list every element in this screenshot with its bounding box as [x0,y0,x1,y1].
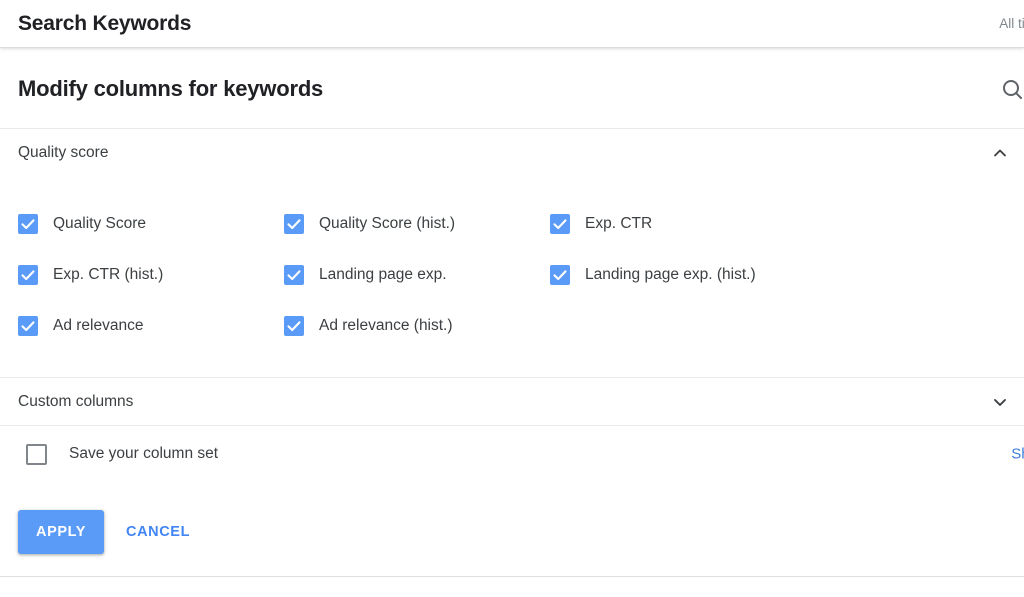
modify-columns-screen: Search Keywords All tim Modify columns f… [0,0,1024,597]
dialog-title: Modify columns for keywords [18,75,324,101]
checkbox-label: Exp. CTR [585,214,653,232]
checkbox-checked-icon[interactable] [18,315,38,336]
chevron-up-icon[interactable] [988,141,1012,165]
checkbox-item-ad-relevance-hist[interactable]: Ad relevance (hist.) [284,315,550,336]
checkbox-item-exp-ctr[interactable]: Exp. CTR [550,213,1006,234]
cancel-button[interactable]: CANCEL [112,510,204,554]
page-header: Search Keywords All tim [0,0,1024,48]
section-header-quality-score[interactable]: Quality score [0,129,1024,176]
footer-bottom-divider [0,576,1024,577]
checkbox-label: Save your column set [69,445,219,463]
quality-score-checkbox-grid: Quality Score Quality Score (hist.) Exp.… [0,176,1024,377]
date-range-label[interactable]: All tim [999,16,1024,31]
checkbox-item-landing-page-exp[interactable]: Landing page exp. [284,264,550,285]
checkbox-checked-icon[interactable] [284,264,304,285]
modify-columns-dialog: Modify columns for keywords Quality scor… [0,49,1024,597]
checkbox-label: Exp. CTR (hist.) [53,265,164,283]
chevron-down-icon[interactable] [988,390,1012,414]
checkbox-checked-icon[interactable] [18,264,38,285]
checkbox-label: Landing page exp. [319,265,447,283]
checkbox-checked-icon[interactable] [550,213,570,234]
checkbox-item-ad-relevance[interactable]: Ad relevance [18,315,284,336]
show-link[interactable]: Sho [1011,446,1024,463]
section-header-custom-columns[interactable]: Custom columns [0,378,1024,425]
checkbox-item-save-column-set[interactable]: Save your column set [26,443,219,465]
checkbox-item-landing-page-exp-hist[interactable]: Landing page exp. (hist.) [550,264,1006,285]
section-label-quality-score: Quality score [18,143,109,161]
checkbox-item-quality-score[interactable]: Quality Score [18,213,284,234]
dialog-footer: APPLY CANCEL [0,482,1024,581]
section-label-custom-columns: Custom columns [18,392,134,410]
checkbox-label: Quality Score (hist.) [319,214,456,232]
checkbox-label: Landing page exp. (hist.) [585,265,756,283]
checkbox-checked-icon[interactable] [550,264,570,285]
checkbox-item-exp-ctr-hist[interactable]: Exp. CTR (hist.) [18,264,284,285]
checkbox-unchecked-icon[interactable] [26,443,47,465]
checkbox-checked-icon[interactable] [284,315,304,336]
dialog-header: Modify columns for keywords [0,49,1024,128]
apply-button[interactable]: APPLY [18,509,105,554]
checkbox-item-quality-score-hist[interactable]: Quality Score (hist.) [284,213,550,234]
save-column-set-row: Save your column set Sho [0,426,1024,482]
search-icon[interactable] [992,69,1024,109]
page-title: Search Keywords [18,11,192,35]
checkbox-checked-icon[interactable] [284,213,304,234]
checkbox-label: Quality Score [53,214,147,232]
checkbox-label: Ad relevance (hist.) [319,316,453,334]
checkbox-checked-icon[interactable] [18,213,38,234]
checkbox-label: Ad relevance [53,316,144,334]
